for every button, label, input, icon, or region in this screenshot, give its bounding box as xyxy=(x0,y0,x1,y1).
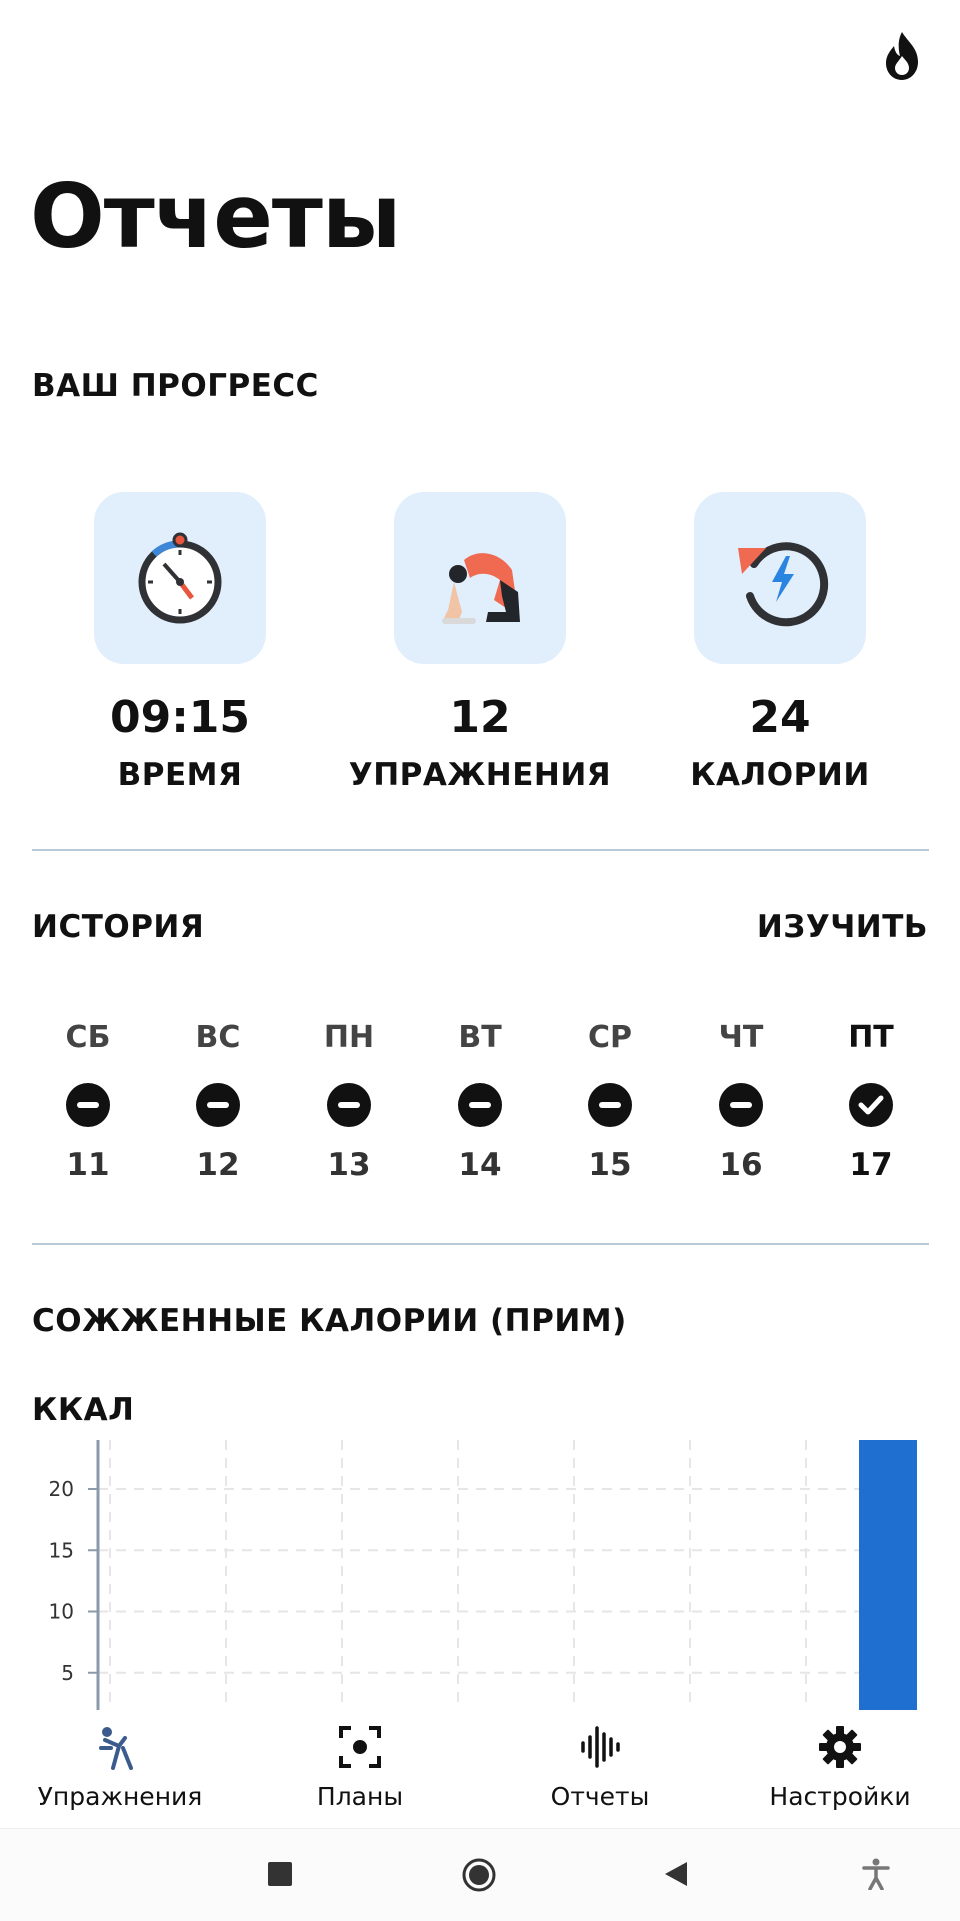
day-name: ВТ xyxy=(458,1020,502,1055)
accessibility-icon[interactable] xyxy=(861,1858,891,1890)
day-name: СБ xyxy=(65,1020,111,1055)
day-date: 15 xyxy=(588,1147,632,1183)
history-day-sat[interactable]: СБ 11 xyxy=(48,1020,128,1183)
nav-label: Упражнения xyxy=(37,1782,203,1811)
day-name: ПН xyxy=(323,1020,375,1055)
history-section-title: ИСТОРИЯ xyxy=(32,909,205,945)
nav-label: Планы xyxy=(316,1782,404,1811)
stat-calories-tile xyxy=(694,492,866,664)
y-tick-label: 5 xyxy=(61,1661,74,1685)
day-date: 14 xyxy=(458,1147,502,1183)
stat-time-value: 09:15 xyxy=(109,692,251,743)
yoga-pose-icon xyxy=(442,553,520,624)
stat-time-tile xyxy=(94,492,266,664)
y-tick-label: 15 xyxy=(49,1538,74,1562)
stat-calories[interactable]: 24 КАЛОРИИ xyxy=(630,492,930,793)
history-explore-button[interactable]: ИЗУЧИТЬ xyxy=(757,909,928,945)
day-name: ЧТ xyxy=(718,1020,764,1055)
minus-circle-icon xyxy=(588,1083,632,1127)
history-day-tue[interactable]: ВТ 14 xyxy=(440,1020,520,1183)
nav-settings[interactable]: Настройки xyxy=(720,1710,960,1811)
day-name: СР xyxy=(587,1020,632,1055)
day-date: 12 xyxy=(196,1147,240,1183)
flame-icon[interactable] xyxy=(878,28,926,84)
bottom-navigation: Упражнения Планы Отчеты Настройки xyxy=(0,1710,960,1828)
history-day-sun[interactable]: ВС 12 xyxy=(178,1020,258,1183)
stat-calories-label: КАЛОРИИ xyxy=(690,757,870,793)
energy-refresh-icon xyxy=(738,542,829,627)
minus-circle-icon xyxy=(458,1083,502,1127)
divider xyxy=(32,849,929,851)
stat-exercises-value: 12 xyxy=(449,692,511,743)
y-tick-label: 10 xyxy=(49,1600,74,1624)
calories-section-title: СОЖЖЕННЫЕ КАЛОРИИ (ПРИМ) xyxy=(32,1303,627,1339)
history-day-wed[interactable]: СР 15 xyxy=(570,1020,650,1183)
y-tick-label: 20 xyxy=(49,1477,74,1501)
focus-icon xyxy=(339,1726,381,1768)
system-navigation-bar xyxy=(0,1828,960,1921)
nav-label: Отчеты xyxy=(550,1782,650,1811)
stat-exercises-label: УПРАЖНЕНИЯ xyxy=(348,757,612,793)
progress-section-title: ВАШ ПРОГРЕСС xyxy=(32,368,319,404)
minus-circle-icon xyxy=(327,1083,371,1127)
stat-calories-value: 24 xyxy=(749,692,811,743)
stat-exercises-tile xyxy=(394,492,566,664)
history-day-thu[interactable]: ЧТ 16 xyxy=(701,1020,781,1183)
nav-label: Настройки xyxy=(769,1782,911,1811)
workout-icon xyxy=(99,1727,133,1770)
minus-circle-icon xyxy=(196,1083,240,1127)
recents-icon[interactable] xyxy=(268,1862,292,1886)
stopwatch-icon xyxy=(138,532,222,624)
stat-time[interactable]: 09:15 ВРЕМЯ xyxy=(30,492,330,793)
history-day-fri[interactable]: ПТ 17 xyxy=(831,1020,911,1183)
day-date: 13 xyxy=(327,1147,371,1183)
minus-circle-icon xyxy=(66,1083,110,1127)
nav-plans[interactable]: Планы xyxy=(240,1710,480,1811)
day-date: 17 xyxy=(849,1147,893,1183)
divider xyxy=(32,1243,929,1245)
calories-chart: 5 10 15 20 xyxy=(49,1440,917,1710)
stat-exercises[interactable]: 12 УПРАЖНЕНИЯ xyxy=(330,492,630,793)
home-icon[interactable] xyxy=(461,1857,497,1893)
stat-time-label: ВРЕМЯ xyxy=(117,757,243,793)
waveform-icon xyxy=(581,1726,620,1768)
history-day-mon[interactable]: ПН 13 xyxy=(309,1020,389,1183)
day-date: 11 xyxy=(66,1147,110,1183)
bar-ПТ[interactable] xyxy=(859,1440,917,1710)
nav-exercises[interactable]: Упражнения xyxy=(0,1710,240,1811)
gear-icon xyxy=(819,1726,861,1768)
day-date: 16 xyxy=(719,1147,763,1183)
checkmark-circle-icon xyxy=(849,1083,893,1127)
back-icon[interactable] xyxy=(663,1860,689,1888)
day-name: ПТ xyxy=(848,1020,894,1055)
page-title: Отчеты xyxy=(30,165,401,268)
nav-reports[interactable]: Отчеты xyxy=(480,1710,720,1811)
minus-circle-icon xyxy=(719,1083,763,1127)
day-name: ВС xyxy=(195,1020,241,1055)
